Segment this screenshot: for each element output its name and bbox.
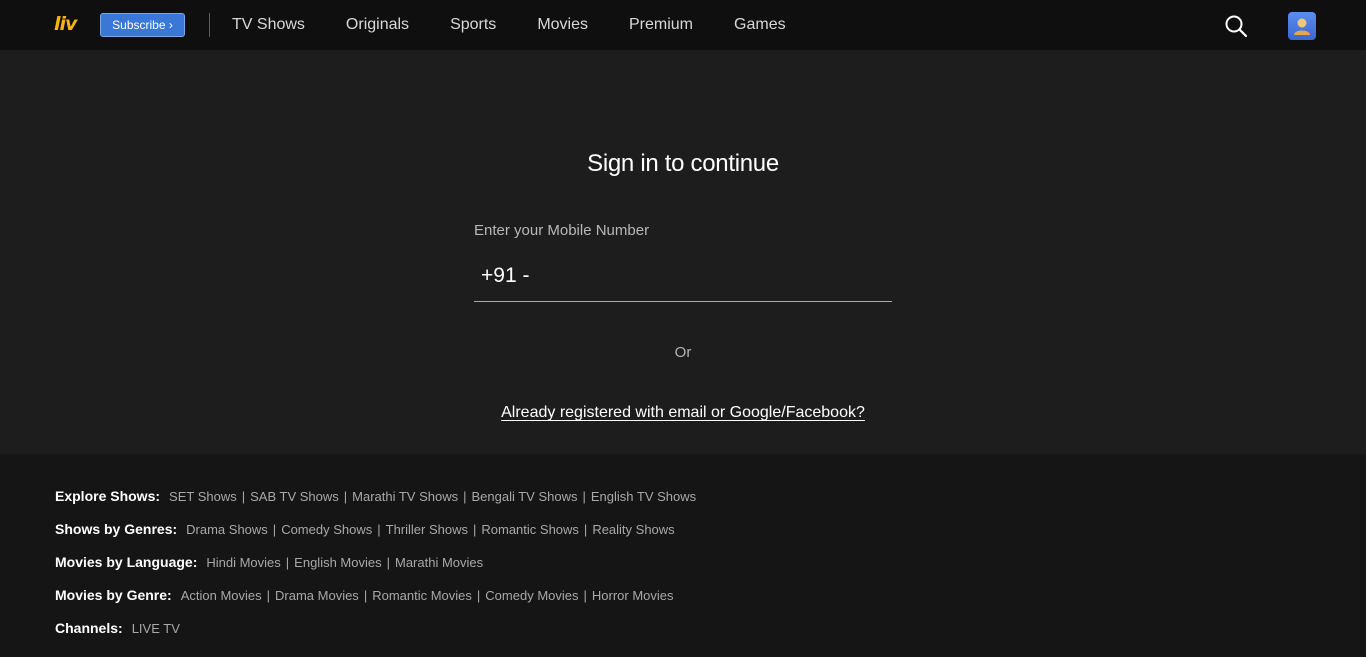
mobile-number-label: Enter your Mobile Number	[474, 222, 650, 239]
header-divider	[209, 13, 210, 37]
nav-premium[interactable]: Premium	[629, 16, 693, 34]
footer-separator: |	[363, 588, 368, 603]
footer-row-shows-by-genres: Shows by Genres: Drama Shows | Comedy Sh…	[55, 521, 675, 537]
footer-link[interactable]: Drama Shows	[186, 522, 268, 537]
nav-sports[interactable]: Sports	[450, 16, 496, 34]
footer-separator: |	[583, 588, 587, 603]
footer-heading: Movies by Language:	[55, 554, 198, 570]
footer-link[interactable]: Thriller Shows	[386, 522, 468, 537]
main-nav: TV Shows Originals Sports Movies Premium…	[232, 0, 827, 50]
footer-row-channels: Channels: LIVE TV	[55, 620, 180, 636]
email-login-link[interactable]: Already registered with email or Google/…	[501, 404, 865, 421]
footer-row-explore-shows: Explore Shows: SET Shows | SAB TV Shows …	[55, 488, 696, 504]
footer-separator: |	[476, 588, 481, 603]
footer-separator: |	[583, 522, 588, 537]
footer-link[interactable]: Comedy Movies	[485, 588, 578, 603]
footer-link[interactable]: English TV Shows	[591, 489, 696, 504]
footer-link[interactable]: Hindi Movies	[206, 555, 280, 570]
footer-link[interactable]: LIVE TV	[132, 621, 180, 636]
mobile-number-input[interactable]	[537, 255, 892, 296]
footer-link[interactable]: Romantic Movies	[372, 588, 472, 603]
subscribe-button[interactable]: Subscribe ›	[100, 13, 185, 37]
footer-link[interactable]: Comedy Shows	[281, 522, 372, 537]
nav-games[interactable]: Games	[734, 16, 786, 34]
avatar[interactable]	[1288, 12, 1316, 40]
user-icon	[1294, 18, 1310, 35]
nav-tv-shows[interactable]: TV Shows	[232, 16, 305, 34]
page-title: Sign in to continue	[587, 150, 779, 177]
nav-movies[interactable]: Movies	[537, 16, 588, 34]
footer-heading: Explore Shows:	[55, 488, 161, 504]
footer-separator: |	[241, 489, 246, 504]
footer-separator: |	[285, 555, 290, 570]
footer-separator: |	[582, 489, 586, 504]
email-login-link-row: Already registered with email or Google/…	[0, 404, 1366, 422]
nav-originals[interactable]: Originals	[346, 16, 409, 34]
footer-separator: |	[386, 555, 390, 570]
site-footer: Explore Shows: SET Shows | SAB TV Shows …	[0, 454, 1366, 657]
footer-link[interactable]: Drama Movies	[275, 588, 359, 603]
footer-heading: Channels:	[55, 620, 123, 636]
footer-separator: |	[272, 522, 277, 537]
footer-link[interactable]: Bengali TV Shows	[472, 489, 578, 504]
liv-logo[interactable]: liv	[54, 14, 86, 34]
footer-heading: Movies by Genre:	[55, 587, 172, 603]
footer-link[interactable]: Action Movies	[181, 588, 262, 603]
footer-link[interactable]: Horror Movies	[592, 588, 674, 603]
footer-separator: |	[266, 588, 271, 603]
footer-link[interactable]: SAB TV Shows	[250, 489, 339, 504]
mobile-number-field[interactable]: +91 -	[474, 250, 892, 302]
footer-separator: |	[472, 522, 477, 537]
footer-row-movies-by-genre: Movies by Genre: Action Movies | Drama M…	[55, 587, 674, 603]
search-icon[interactable]	[1224, 14, 1248, 38]
top-header: liv Subscribe › TV Shows Originals Sport…	[0, 0, 1366, 50]
footer-link[interactable]: Reality Shows	[592, 522, 674, 537]
footer-separator: |	[463, 489, 467, 504]
footer-link[interactable]: Marathi Movies	[395, 555, 483, 570]
footer-heading: Shows by Genres:	[55, 521, 178, 537]
footer-link[interactable]: English Movies	[294, 555, 381, 570]
footer-link[interactable]: SET Shows	[169, 489, 237, 504]
footer-separator: |	[377, 522, 381, 537]
or-separator: Or	[674, 344, 692, 361]
footer-link[interactable]: Marathi TV Shows	[352, 489, 458, 504]
signin-panel: Sign in to continue Enter your Mobile Nu…	[0, 50, 1366, 454]
footer-separator: |	[343, 489, 348, 504]
footer-row-movies-by-language: Movies by Language: Hindi Movies | Engli…	[55, 554, 483, 570]
country-code: +91 -	[481, 263, 530, 287]
footer-link[interactable]: Romantic Shows	[481, 522, 579, 537]
